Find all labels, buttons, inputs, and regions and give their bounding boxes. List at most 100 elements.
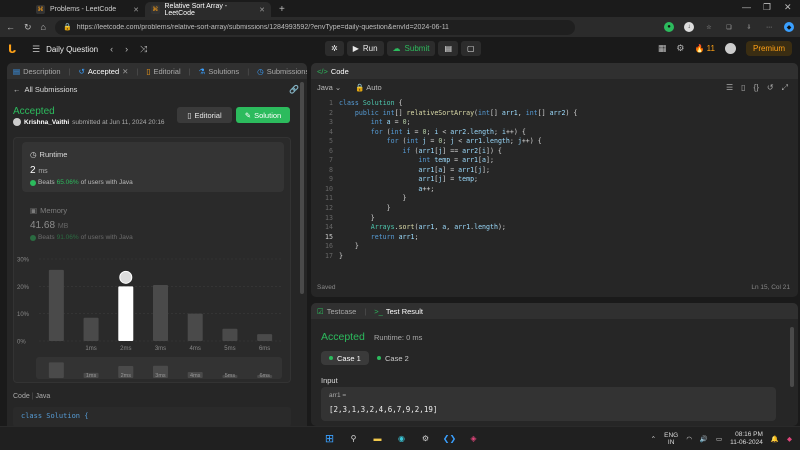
premium-button[interactable]: Premium xyxy=(745,41,792,56)
code-text[interactable]: class Solution { public int[] relativeSo… xyxy=(339,99,577,261)
tab-accepted[interactable]: ↺ Accepted ✕ xyxy=(79,67,129,76)
tab-code[interactable]: </> Code xyxy=(317,67,349,76)
author-name[interactable]: Krishna_Vaithi xyxy=(24,119,69,126)
left-panel-scrollbar[interactable] xyxy=(300,82,304,294)
history-icon: ↺ xyxy=(78,66,85,76)
vscode-icon[interactable]: ❮❯ xyxy=(442,431,457,446)
language-indicator[interactable]: ENG IN xyxy=(664,432,678,446)
notes-button[interactable]: ▤ xyxy=(438,41,459,56)
daily-question-title[interactable]: Daily Question xyxy=(46,45,98,54)
line-numbers: 1 2 3 4 5 6 7 8 9 10 11 12 13 14 15 16 17 xyxy=(317,99,333,261)
wifi-icon[interactable]: ◠ xyxy=(686,435,692,443)
fullscreen-icon[interactable]: ⤢ xyxy=(782,83,788,93)
minimap-label: 4ms xyxy=(190,373,201,379)
clock[interactable]: 08:16 PM 11-06-2024 xyxy=(730,431,763,447)
minimap-bar xyxy=(48,362,64,378)
tab-test-result[interactable]: >_ Test Result xyxy=(374,307,423,316)
collections-icon[interactable]: ❏ xyxy=(724,22,734,32)
left-panel-tabs: ▤ Description | ↺ Accepted ✕ | ▯ Editorial |… xyxy=(7,63,307,79)
play-icon: ▶ xyxy=(352,44,359,53)
debug-button[interactable]: ✲ xyxy=(325,41,344,56)
browser-tab-relative-sort[interactable]: ⌘ Relative Sort Array - LeetCode ✕ xyxy=(145,2,271,17)
home-icon[interactable]: ⌂ xyxy=(41,22,46,32)
bookmark-icon[interactable]: ▯ xyxy=(741,83,745,93)
run-button[interactable]: ▶ Run xyxy=(346,41,384,56)
case-2-tab[interactable]: Case 2 xyxy=(369,351,417,365)
tab-editorial[interactable]: ▯ Editorial xyxy=(146,67,180,76)
tab-description[interactable]: ▤ Description xyxy=(13,67,61,76)
input-label: Input xyxy=(321,376,338,385)
test-status: Accepted xyxy=(321,331,365,343)
streak-counter[interactable]: 🔥 11 xyxy=(694,44,715,53)
case-1-tab[interactable]: Case 1 xyxy=(321,351,369,365)
copilot-icon[interactable]: ◆ xyxy=(784,22,794,32)
close-icon[interactable]: ✕ xyxy=(122,67,128,76)
close-icon[interactable]: ✕ xyxy=(259,6,265,14)
close-window-button[interactable]: ✕ xyxy=(784,2,792,13)
back-icon[interactable]: ← xyxy=(6,22,15,32)
tab-submissions[interactable]: ◷ Submissions xyxy=(257,67,307,76)
line-number: 3 xyxy=(329,118,333,127)
test-panel-scrollbar[interactable] xyxy=(790,327,794,387)
shuffle-icon[interactable]: ⤨ xyxy=(140,44,147,55)
prev-question-icon[interactable]: ‹ xyxy=(110,44,113,54)
chart-bar xyxy=(257,334,273,341)
share-link-icon[interactable]: 🔗 xyxy=(289,85,299,94)
copilot-icon[interactable]: ◆ xyxy=(787,435,792,443)
favorites-icon[interactable]: ☆ xyxy=(704,22,714,32)
chevron-up-icon[interactable]: ⌃ xyxy=(651,435,656,443)
battery-icon[interactable]: ▭ xyxy=(716,435,722,443)
leetcode-logo-icon[interactable]: ᒐ xyxy=(8,43,20,56)
url-input[interactable]: 🔒 https://leetcode.com/problems/relative… xyxy=(54,19,575,35)
next-question-icon[interactable]: › xyxy=(125,44,128,54)
line-number: 10 xyxy=(325,184,333,193)
solution-button[interactable]: ✎ Solution xyxy=(236,107,290,123)
menu-icon[interactable]: ⋯ xyxy=(764,22,774,32)
notification-bell-icon[interactable]: 🔔 xyxy=(771,435,779,443)
language-select[interactable]: Java ⌄ xyxy=(317,83,341,92)
user-avatar[interactable] xyxy=(724,43,736,54)
author-avatar[interactable] xyxy=(13,118,21,126)
y-tick-label: 30% xyxy=(17,258,30,264)
test-runtime: Runtime: 0 ms xyxy=(374,333,423,342)
lock-icon: 🔒 xyxy=(355,83,365,92)
reset-icon[interactable]: ↺ xyxy=(767,83,774,93)
browser-tab-bar: ⌘ Problems - LeetCode ✕ ⌘ Relative Sort … xyxy=(0,0,800,17)
input-var-name: arr1 = xyxy=(329,392,347,399)
search-icon[interactable]: ⚲ xyxy=(346,431,361,446)
download-extension-icon[interactable]: ↓ xyxy=(684,22,694,32)
browser-tab-problems[interactable]: ⌘ Problems - LeetCode ✕ xyxy=(30,2,145,17)
submit-button[interactable]: ☁ Submit xyxy=(386,41,436,56)
new-tab-button[interactable]: + xyxy=(279,4,285,15)
app-icon[interactable]: ◈ xyxy=(466,431,481,446)
minimize-button[interactable]: — xyxy=(742,2,751,12)
braces-icon[interactable]: {} xyxy=(754,83,759,93)
settings-gear-icon[interactable]: ⚙ xyxy=(418,431,433,446)
all-submissions-link[interactable]: ← All Submissions xyxy=(13,85,77,94)
pass-dot-icon xyxy=(329,356,333,360)
input-value-box: arr1 = [2,3,1,3,2,4,6,7,9,2,19] xyxy=(321,387,776,421)
whiteboard-button[interactable]: ▢ xyxy=(461,41,481,56)
tab-testcase[interactable]: ☑ Testcase xyxy=(317,307,356,316)
file-explorer-icon[interactable]: ▬ xyxy=(370,431,385,446)
edge-browser-icon[interactable]: ◉ xyxy=(394,431,409,446)
layout-icon[interactable]: ▦ xyxy=(658,43,667,54)
windows-start-icon[interactable]: ⊞ xyxy=(322,431,337,446)
format-icon[interactable]: ☰ xyxy=(726,83,733,93)
auto-mode-toggle[interactable]: 🔒 Auto xyxy=(355,83,381,92)
editorial-button[interactable]: ▯ Editorial xyxy=(177,107,232,123)
refresh-icon[interactable]: ↻ xyxy=(24,22,32,33)
line-number: 16 xyxy=(325,242,333,251)
problem-list-icon[interactable]: ☰ xyxy=(32,44,40,55)
downloads-icon[interactable]: ⇩ xyxy=(744,22,754,32)
close-icon[interactable]: ✕ xyxy=(133,6,139,14)
x-tick-label: 6ms xyxy=(259,346,270,352)
eye-extension-icon[interactable]: ● xyxy=(664,22,674,32)
whiteboard-icon: ▢ xyxy=(467,44,475,53)
submitted-code-preview[interactable]: class Solution { xyxy=(13,407,291,427)
maximize-button[interactable]: ❐ xyxy=(763,2,771,13)
line-number: 6 xyxy=(329,146,333,155)
tab-solutions[interactable]: ⚗ Solutions xyxy=(199,67,240,76)
settings-gear-icon[interactable]: ⚙ xyxy=(676,43,684,54)
volume-icon[interactable]: 🔊 xyxy=(700,435,708,443)
